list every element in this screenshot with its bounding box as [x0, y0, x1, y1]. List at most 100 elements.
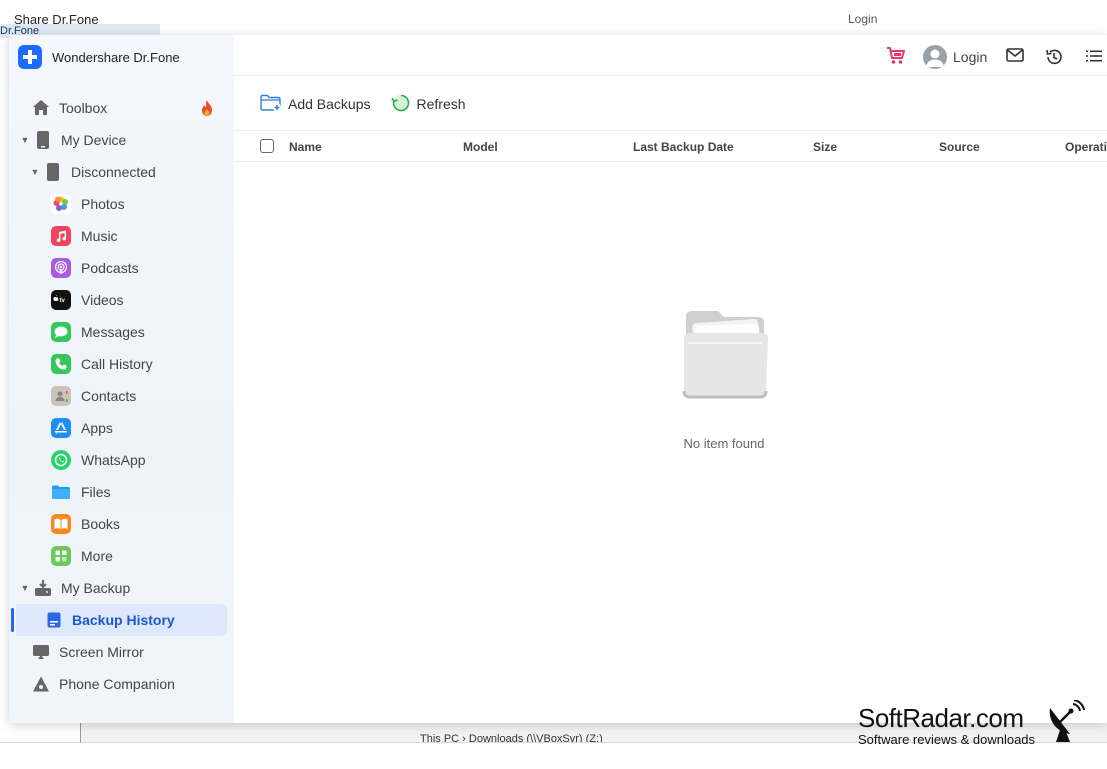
column-model[interactable]: Model — [463, 140, 498, 154]
toolbar: Add Backups Refresh — [260, 93, 466, 115]
sidebar-item-label: Messages — [81, 324, 145, 340]
phone-companion-icon — [31, 674, 51, 694]
sidebar-item-whatsapp[interactable]: WhatsApp — [9, 444, 234, 476]
sidebar-item-label: Call History — [81, 356, 153, 372]
sidebar-item-label: Books — [81, 516, 120, 532]
column-operation[interactable]: Operation — [1065, 140, 1107, 154]
phone-icon — [51, 354, 71, 374]
sidebar-item-books[interactable]: Books — [9, 508, 234, 540]
background-divider — [80, 722, 81, 742]
column-name[interactable]: Name — [289, 140, 322, 154]
sidebar-item-messages[interactable]: Messages — [9, 316, 234, 348]
books-icon — [51, 514, 71, 534]
satellite-dish-icon — [1046, 699, 1086, 749]
folder-icon — [51, 482, 71, 502]
sidebar-item-backup-history[interactable]: Backup History — [11, 604, 227, 636]
sidebar-item-label: Screen Mirror — [59, 644, 144, 660]
login-label: Login — [953, 49, 988, 65]
app-store-icon — [51, 418, 71, 438]
sidebar-item-my-device[interactable]: ▼ My Device — [9, 124, 234, 156]
refresh-label: Refresh — [416, 96, 466, 112]
sidebar-nav: Toolbox ▼ My Device ▼ Disconnected Photo… — [9, 92, 234, 700]
podcasts-icon — [51, 258, 71, 278]
sidebar-item-files[interactable]: Files — [9, 476, 234, 508]
sidebar-item-photos[interactable]: Photos — [9, 188, 234, 220]
sidebar-item-music[interactable]: Music — [9, 220, 234, 252]
background-window — [0, 0, 1107, 30]
fire-icon — [200, 100, 214, 116]
sidebar-item-label: Podcasts — [81, 260, 139, 276]
messages-icon — [51, 322, 71, 342]
sidebar-item-label: Files — [81, 484, 111, 500]
add-folder-icon — [260, 94, 282, 115]
brand: Wondershare Dr.Fone — [18, 45, 180, 69]
menu-icon[interactable] — [1086, 49, 1102, 67]
music-icon — [51, 226, 71, 246]
column-source[interactable]: Source — [939, 140, 980, 154]
sidebar-item-contacts[interactable]: Contacts — [9, 380, 234, 412]
sidebar-item-screen-mirror[interactable]: Screen Mirror — [9, 636, 234, 668]
main-panel: Login Add Backups Refresh Name Model Las… — [234, 35, 1107, 723]
sidebar-item-disconnected[interactable]: ▼ Disconnected — [9, 156, 234, 188]
table-header: Name Model Last Backup Date Size Source … — [234, 130, 1107, 162]
sidebar: Wondershare Dr.Fone Toolbox ▼ My Device — [9, 35, 234, 723]
sidebar-item-label: Photos — [81, 196, 125, 212]
sidebar-item-call-history[interactable]: Call History — [9, 348, 234, 380]
sidebar-item-phone-companion[interactable]: Phone Companion — [9, 668, 234, 700]
chevron-down-icon[interactable]: ▼ — [29, 167, 41, 177]
more-icon — [51, 546, 71, 566]
home-icon — [31, 98, 51, 118]
top-bar: Login — [234, 35, 1107, 76]
screen-mirror-icon — [31, 642, 51, 662]
avatar-icon — [923, 45, 947, 69]
chevron-down-icon[interactable]: ▼ — [19, 583, 31, 593]
sidebar-item-more[interactable]: More — [9, 540, 234, 572]
tv-icon: tv — [51, 290, 71, 310]
sidebar-item-videos[interactable]: tv Videos — [9, 284, 234, 316]
column-last-backup-date[interactable]: Last Backup Date — [633, 140, 734, 154]
empty-state-label: No item found — [683, 436, 765, 451]
sidebar-item-label: Backup History — [72, 612, 175, 628]
softradar-watermark: SoftRadar.com Software reviews & downloa… — [858, 703, 1035, 747]
sidebar-item-label: My Device — [61, 132, 127, 148]
sidebar-item-label: Toolbox — [59, 100, 108, 116]
svg-text:tv: tv — [60, 298, 66, 304]
app-window: Wondershare Dr.Fone Toolbox ▼ My Device — [9, 35, 1107, 723]
sidebar-item-label: Contacts — [81, 388, 137, 404]
sidebar-item-label: Disconnected — [71, 164, 156, 180]
watermark-subtitle: Software reviews & downloads — [858, 732, 1036, 747]
empty-state: No item found — [664, 303, 784, 451]
sidebar-item-label: Music — [81, 228, 118, 244]
sidebar-item-label: More — [81, 548, 113, 564]
sidebar-item-label: My Backup — [61, 580, 131, 596]
sidebar-item-apps[interactable]: Apps — [9, 412, 234, 444]
drfone-logo-icon — [18, 45, 42, 69]
sidebar-item-label: Videos — [81, 292, 124, 308]
backup-icon — [33, 578, 53, 598]
add-backups-label: Add Backups — [288, 96, 371, 112]
sidebar-item-label: Phone Companion — [59, 676, 175, 692]
select-all-checkbox[interactable] — [260, 139, 274, 153]
whatsapp-icon — [51, 450, 71, 470]
sidebar-item-toolbox[interactable]: Toolbox — [9, 92, 234, 124]
cart-icon[interactable] — [886, 47, 906, 70]
mail-icon[interactable] — [1006, 48, 1024, 67]
column-size[interactable]: Size — [813, 140, 837, 154]
history-icon[interactable] — [1045, 48, 1063, 71]
add-backups-button[interactable]: Add Backups — [260, 94, 371, 115]
brand-name: Wondershare Dr.Fone — [52, 49, 180, 65]
refresh-button[interactable]: Refresh — [390, 93, 466, 116]
sidebar-item-label: WhatsApp — [81, 452, 146, 468]
login-button[interactable]: Login — [923, 45, 987, 69]
empty-folder-icon — [682, 311, 768, 399]
watermark-title: SoftRadar.com — [858, 703, 1024, 733]
backup-history-icon — [44, 610, 64, 630]
photos-icon — [51, 194, 71, 214]
sidebar-item-my-backup[interactable]: ▼ My Backup — [9, 572, 234, 604]
background-login: Login — [848, 12, 878, 26]
chevron-down-icon[interactable]: ▼ — [19, 135, 31, 145]
refresh-icon — [390, 93, 411, 116]
sidebar-item-label: Apps — [81, 420, 113, 436]
phone-device-icon — [33, 130, 53, 150]
sidebar-item-podcasts[interactable]: Podcasts — [9, 252, 234, 284]
